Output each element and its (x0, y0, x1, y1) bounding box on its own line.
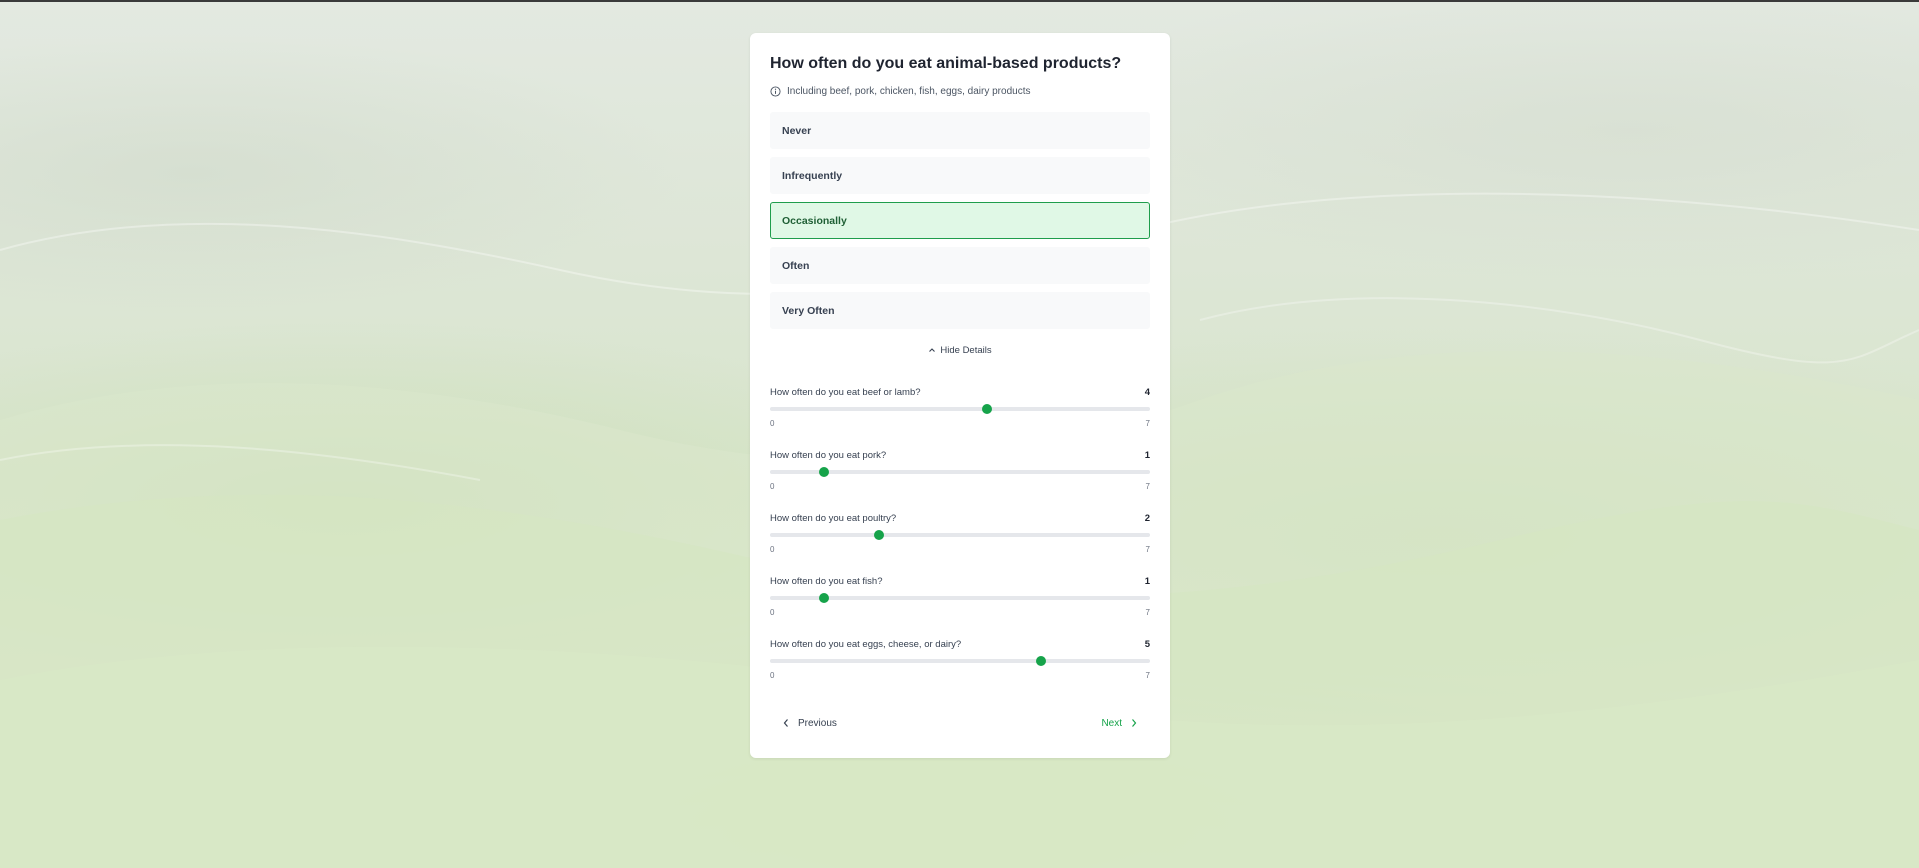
option-label: Never (782, 124, 812, 137)
slider-min: 0 (770, 419, 775, 428)
slider-track[interactable] (770, 404, 1150, 414)
next-button[interactable]: Next (1089, 718, 1150, 729)
next-label: Next (1101, 717, 1122, 729)
slider-value: 2 (1144, 512, 1150, 524)
slider-min: 0 (770, 545, 775, 554)
slider-label: How often do you eat beef or lamb? (770, 386, 921, 398)
slider-max: 7 (1145, 545, 1150, 554)
chevron-up-icon (929, 348, 936, 352)
slider-value: 4 (1144, 386, 1150, 398)
slider-poultry: How often do you eat poultry? 2 0 7 (770, 512, 1150, 575)
option-label: Infrequently (782, 169, 843, 182)
chevron-right-icon (1132, 719, 1137, 727)
slider-label: How often do you eat fish? (770, 575, 883, 587)
slider-track[interactable] (770, 530, 1150, 540)
slider-label: How often do you eat poultry? (770, 512, 897, 524)
slider-beef-lamb: How often do you eat beef or lamb? 4 0 7 (770, 386, 1150, 449)
slider-max: 7 (1145, 419, 1150, 428)
option-very-often[interactable]: Very Often (770, 292, 1150, 329)
hide-details-label: Hide Details (940, 344, 992, 356)
answer-options: Never Infrequently Occasionally Often Ve… (770, 112, 1150, 329)
slider-track[interactable] (770, 593, 1150, 603)
slider-min: 0 (770, 608, 775, 617)
option-infrequently[interactable]: Infrequently (770, 157, 1150, 194)
previous-button[interactable]: Previous (770, 718, 849, 729)
slider-value: 1 (1144, 449, 1150, 461)
hide-details-button[interactable]: Hide Details (770, 342, 1150, 358)
slider-thumb[interactable] (819, 467, 830, 477)
slider-track[interactable] (770, 656, 1150, 666)
slider-max: 7 (1145, 482, 1150, 491)
previous-label: Previous (798, 717, 837, 729)
option-label: Occasionally (782, 214, 847, 227)
slider-value: 1 (1144, 575, 1150, 587)
info-icon (770, 85, 781, 97)
question-subtitle: Including beef, pork, chicken, fish, egg… (770, 83, 1150, 99)
question-title: How often do you eat animal-based produc… (770, 55, 1122, 72)
question-navigation: Previous Next (770, 715, 1150, 731)
slider-max: 7 (1145, 608, 1150, 617)
option-occasionally[interactable]: Occasionally (770, 202, 1150, 239)
slider-value: 5 (1144, 638, 1150, 650)
slider-max: 7 (1145, 671, 1150, 680)
slider-eggs-dairy: How often do you eat eggs, cheese, or da… (770, 638, 1150, 701)
slider-label: How often do you eat pork? (770, 449, 887, 461)
slider-min: 0 (770, 671, 775, 680)
slider-label: How often do you eat eggs, cheese, or da… (770, 638, 962, 650)
option-label: Very Often (782, 304, 835, 317)
question-card: How often do you eat animal-based produc… (750, 33, 1170, 758)
slider-thumb[interactable] (819, 593, 830, 603)
slider-pork: How often do you eat pork? 1 0 7 (770, 449, 1150, 512)
slider-thumb[interactable] (982, 404, 993, 414)
slider-thumb[interactable] (1036, 656, 1047, 666)
option-never[interactable]: Never (770, 112, 1150, 149)
option-label: Often (782, 259, 810, 272)
slider-min: 0 (770, 482, 775, 491)
slider-fish: How often do you eat fish? 1 0 7 (770, 575, 1150, 638)
detail-sliders: How often do you eat beef or lamb? 4 0 7… (770, 386, 1150, 701)
subtitle-text: Including beef, pork, chicken, fish, egg… (787, 85, 1031, 97)
slider-thumb[interactable] (873, 530, 884, 540)
slider-track[interactable] (770, 467, 1150, 477)
option-often[interactable]: Often (770, 247, 1150, 284)
chevron-left-icon (783, 719, 788, 727)
